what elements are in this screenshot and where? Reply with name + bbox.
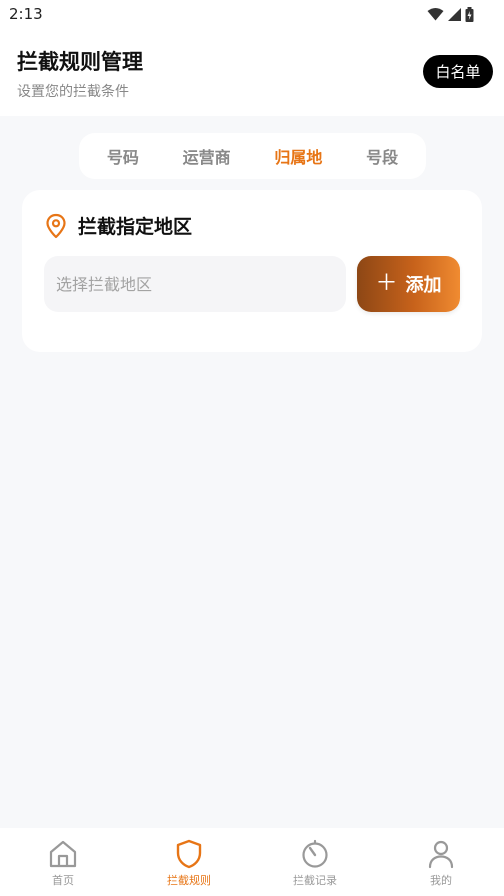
person-icon [428, 840, 454, 869]
nav-item-rules[interactable]: 拦截规则 [126, 828, 252, 896]
tab-prefix[interactable]: 号段 [358, 144, 406, 168]
wifi-icon [427, 8, 444, 21]
home-icon [49, 840, 77, 868]
location-pin-icon [46, 213, 66, 238]
shield-icon [176, 839, 202, 869]
status-bar: 2:13 [0, 0, 504, 30]
timer-icon [302, 839, 328, 868]
tab-number[interactable]: 号码 [99, 144, 147, 168]
nav-label-profile: 我的 [430, 874, 452, 887]
nav-item-home[interactable]: 首页 [0, 828, 126, 896]
card-header: 拦截指定地区 [44, 212, 192, 239]
bottom-nav: 首页 拦截规则 拦截记录 我的 [0, 828, 504, 896]
tab-carrier[interactable]: 运营商 [175, 144, 239, 168]
nav-label-rules: 拦截规则 [167, 874, 211, 887]
page-header: 拦截规则管理 设置您的拦截条件 白名单 [0, 30, 504, 116]
nav-label-records: 拦截记录 [293, 874, 337, 887]
rule-type-tabs: 号码 运营商 归属地 号段 [79, 133, 426, 179]
whitelist-button[interactable]: 白名单 [423, 55, 493, 88]
battery-icon [465, 6, 474, 22]
nav-item-records[interactable]: 拦截记录 [252, 828, 378, 896]
card-title: 拦截指定地区 [78, 216, 193, 238]
page-title: 拦截规则管理 [17, 50, 143, 74]
region-block-card: 拦截指定地区 ＋ 添加 [22, 190, 482, 352]
nav-label-home: 首页 [52, 874, 74, 887]
plus-icon: ＋ [375, 271, 398, 296]
status-time: 2:13 [9, 5, 43, 23]
page-subtitle: 设置您的拦截条件 [17, 84, 129, 100]
nav-item-profile[interactable]: 我的 [378, 828, 504, 896]
add-button-label: 添加 [405, 275, 442, 296]
add-button[interactable]: ＋ 添加 [357, 256, 460, 312]
tab-region[interactable]: 归属地 [266, 144, 330, 168]
region-select-input[interactable] [44, 256, 346, 312]
cell-signal-icon [448, 7, 461, 21]
status-icons [427, 6, 474, 22]
